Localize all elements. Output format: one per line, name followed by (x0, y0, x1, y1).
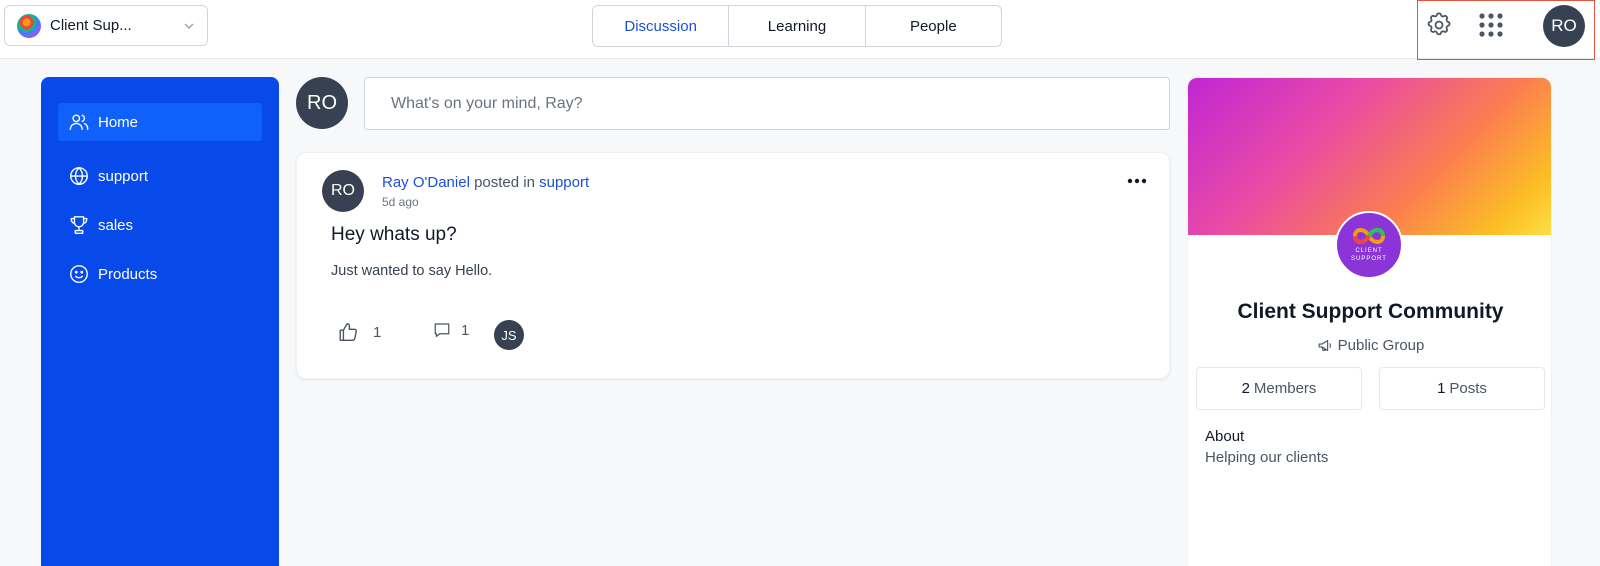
logo-text-line2: SUPPORT (1351, 256, 1387, 262)
group-visibility-label: Public Group (1337, 337, 1425, 354)
sidebar-item-label: support (98, 167, 149, 185)
trophy-icon (70, 216, 88, 234)
thumbs-up-icon (339, 323, 357, 341)
members-label: Members (1253, 380, 1317, 397)
sidebar-item-home[interactable]: Home (58, 103, 262, 141)
apps-button[interactable] (1476, 10, 1506, 40)
globe-icon (70, 166, 88, 186)
post-author-avatar[interactable]: RO (322, 170, 364, 212)
community-selector[interactable]: Client Sup... (4, 5, 208, 46)
members-count: 2 (1241, 380, 1250, 397)
members-stat[interactable]: 2 Members (1196, 367, 1362, 410)
post-channel-link[interactable]: support (539, 174, 589, 191)
about-text: Helping our clients (1205, 449, 1329, 466)
post-options-button[interactable] (1125, 171, 1149, 191)
more-horizontal-icon (1127, 178, 1147, 184)
sidebar-item-label: Home (98, 113, 139, 131)
group-info-card: CLIENT SUPPORT Client Support Community … (1187, 77, 1552, 566)
post-composer-input[interactable] (364, 77, 1170, 130)
comment-count: 1 (461, 321, 470, 339)
infinity-logo-icon (1352, 228, 1386, 244)
settings-button[interactable] (1424, 10, 1454, 40)
post-meta: Ray O'Daniel posted in support (382, 174, 589, 191)
sidebar-item-label: Products (98, 265, 158, 283)
posted-in-text: posted in (469, 174, 540, 191)
sidebar-item-support[interactable]: support (58, 157, 262, 195)
group-logo: CLIENT SUPPORT (1335, 211, 1403, 279)
comment-icon (434, 323, 450, 337)
posts-count: 1 (1437, 380, 1446, 397)
gear-icon (1427, 12, 1451, 36)
users-icon (69, 114, 89, 131)
sidebar: Home support sales Products (41, 77, 279, 566)
post-author-link[interactable]: Ray O'Daniel (382, 174, 470, 191)
posts-stat[interactable]: 1 Posts (1379, 367, 1545, 410)
reactor-avatar[interactable]: JS (494, 320, 524, 350)
post-timestamp: 5d ago (382, 195, 419, 209)
tab-discussion[interactable]: Discussion (593, 6, 730, 46)
logo-text-line1: CLIENT (1355, 248, 1383, 254)
apps-grid-icon (1479, 13, 1503, 37)
user-avatar[interactable]: RO (1543, 5, 1585, 47)
like-button[interactable]: 1 (337, 321, 381, 343)
tab-learning[interactable]: Learning (729, 6, 866, 46)
chevron-down-icon (184, 23, 194, 29)
sidebar-item-products[interactable]: Products (58, 255, 262, 293)
posts-label: Posts (1449, 380, 1487, 397)
smiley-icon (70, 265, 88, 283)
post-body: Just wanted to say Hello. (331, 263, 493, 279)
main-tabs: Discussion Learning People (592, 5, 1002, 47)
composer-avatar: RO (296, 77, 348, 129)
like-count: 1 (373, 323, 382, 341)
group-name: Client Support Community (1237, 300, 1504, 323)
comment-button[interactable]: 1 (433, 321, 469, 339)
sidebar-item-sales[interactable]: sales (58, 206, 262, 244)
community-name: Client Sup... (50, 17, 132, 34)
group-visibility: Public Group (1188, 337, 1551, 354)
community-logo (17, 13, 41, 38)
top-bar: Client Sup... Discussion Learning People (0, 0, 1600, 59)
megaphone-icon (1318, 339, 1331, 352)
post-card: RO Ray O'Daniel posted in support 5d ago… (296, 152, 1170, 379)
sidebar-item-label: sales (98, 216, 134, 234)
post-title: Hey whats up? (331, 224, 457, 245)
tab-people[interactable]: People (866, 6, 1001, 46)
about-heading: About (1205, 428, 1245, 445)
